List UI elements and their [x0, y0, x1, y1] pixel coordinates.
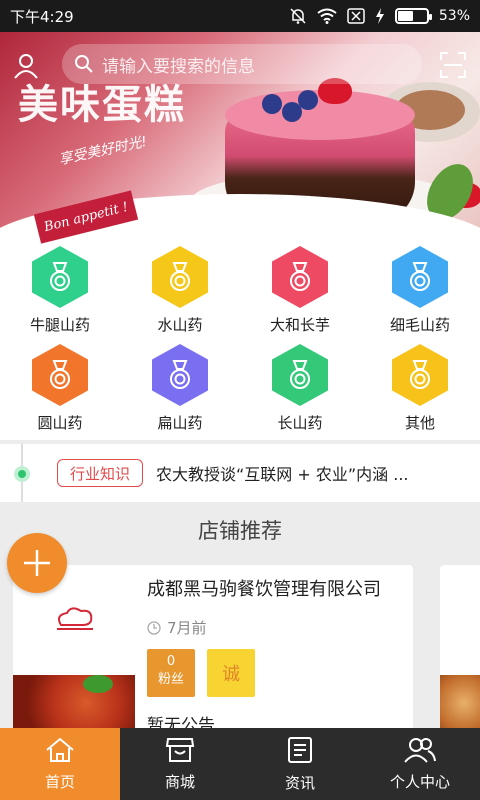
nav-label: 个人中心	[389, 772, 450, 791]
shop-time: 7月前	[147, 617, 207, 638]
no-sim-icon	[347, 8, 365, 24]
category-item[interactable]: 细毛山药	[360, 244, 480, 342]
nav-item[interactable]: 商城	[120, 728, 240, 800]
medal-icon	[32, 344, 88, 406]
category-item[interactable]: 大和长芋	[240, 244, 360, 342]
category-label: 细毛山药	[389, 316, 450, 334]
nav-item[interactable]: 资讯	[240, 728, 360, 800]
medal-icon	[32, 246, 88, 308]
fans-badge: 0 粉丝	[147, 649, 195, 697]
category-item[interactable]: 扁山药	[120, 342, 240, 440]
nav-item[interactable]: 个人中心	[360, 728, 480, 800]
medal-icon	[272, 246, 328, 308]
category-label: 牛腿山药	[29, 316, 90, 334]
add-button[interactable]	[7, 533, 67, 593]
blueberry-image	[298, 90, 318, 110]
mute-icon	[290, 8, 306, 24]
plus-icon	[24, 550, 50, 576]
category-label: 大和长芋	[269, 316, 330, 334]
news-title[interactable]: 农大教授谈“互联网 + 农业”内涵 ...	[156, 461, 409, 485]
battery-icon	[394, 8, 432, 24]
user-icon[interactable]	[12, 52, 40, 84]
medal-icon	[392, 246, 448, 308]
nav-label: 商城	[164, 772, 195, 791]
wifi-icon	[317, 8, 337, 24]
timeline-dot	[14, 466, 30, 482]
status-time: 下午4:29	[10, 7, 74, 26]
news-icon	[287, 736, 313, 768]
shop-time-text: 7月前	[167, 619, 207, 637]
category-label: 长山药	[277, 414, 323, 432]
shop-name[interactable]: 成都黑马驹餐饮管理有限公司	[147, 575, 381, 601]
status-icons: 53%	[289, 7, 470, 25]
blueberry-image	[262, 94, 282, 114]
scan-icon[interactable]	[440, 52, 466, 82]
integrity-badge: 诚	[207, 649, 255, 697]
bottom-nav: 首页 商城 资讯 个人中心	[0, 728, 480, 800]
home-icon	[45, 737, 75, 767]
category-item[interactable]: 牛腿山药	[0, 244, 120, 342]
banner-slogan: 享受美好时光!	[57, 133, 149, 169]
category-grid: 牛腿山药 水山药 大和长芋 细毛山药圆山药 扁山药 长山药 其他	[0, 244, 480, 440]
store-icon	[165, 737, 195, 767]
section-title: 店铺推荐	[198, 519, 282, 543]
category-label: 扁山药	[157, 414, 203, 432]
fans-count: 0	[166, 654, 176, 669]
battery-percent: 53%	[438, 8, 470, 24]
shop-card[interactable]: 成都黑马驹餐饮管理有限公司 7月前 0 粉丝 诚 暂无公告	[13, 565, 413, 745]
search-bar[interactable]: 请输入要搜索的信息	[62, 44, 422, 84]
nav-label: 首页	[44, 772, 75, 791]
shop-card-next[interactable]	[440, 565, 480, 745]
search-placeholder: 请输入要搜索的信息	[102, 56, 255, 77]
medal-icon	[152, 246, 208, 308]
category-label: 圆山药	[37, 414, 83, 432]
chef-hat-logo	[57, 607, 93, 630]
medal-icon	[152, 344, 208, 406]
news-ticker[interactable]: 行业知识 农大教授谈“互联网 + 农业”内涵 ...	[0, 444, 480, 502]
search-icon	[75, 55, 93, 73]
news-category-badge: 行业知识	[57, 459, 144, 487]
nav-label: 资讯	[284, 773, 315, 792]
fans-label: 粉丝	[157, 672, 184, 687]
nav-item[interactable]: 首页	[0, 728, 120, 800]
category-item[interactable]: 圆山药	[0, 342, 120, 440]
category-item[interactable]: 其他	[360, 342, 480, 440]
charging-icon	[375, 8, 384, 24]
profile-icon	[403, 737, 437, 767]
status-bar: 下午4:29 53%	[0, 0, 480, 32]
category-item[interactable]: 水山药	[120, 244, 240, 342]
medal-icon	[392, 344, 448, 406]
medal-icon	[272, 344, 328, 406]
category-label: 水山药	[157, 316, 203, 334]
category-label: 其他	[404, 414, 435, 432]
category-item[interactable]: 长山药	[240, 342, 360, 440]
clock-icon	[147, 620, 161, 635]
